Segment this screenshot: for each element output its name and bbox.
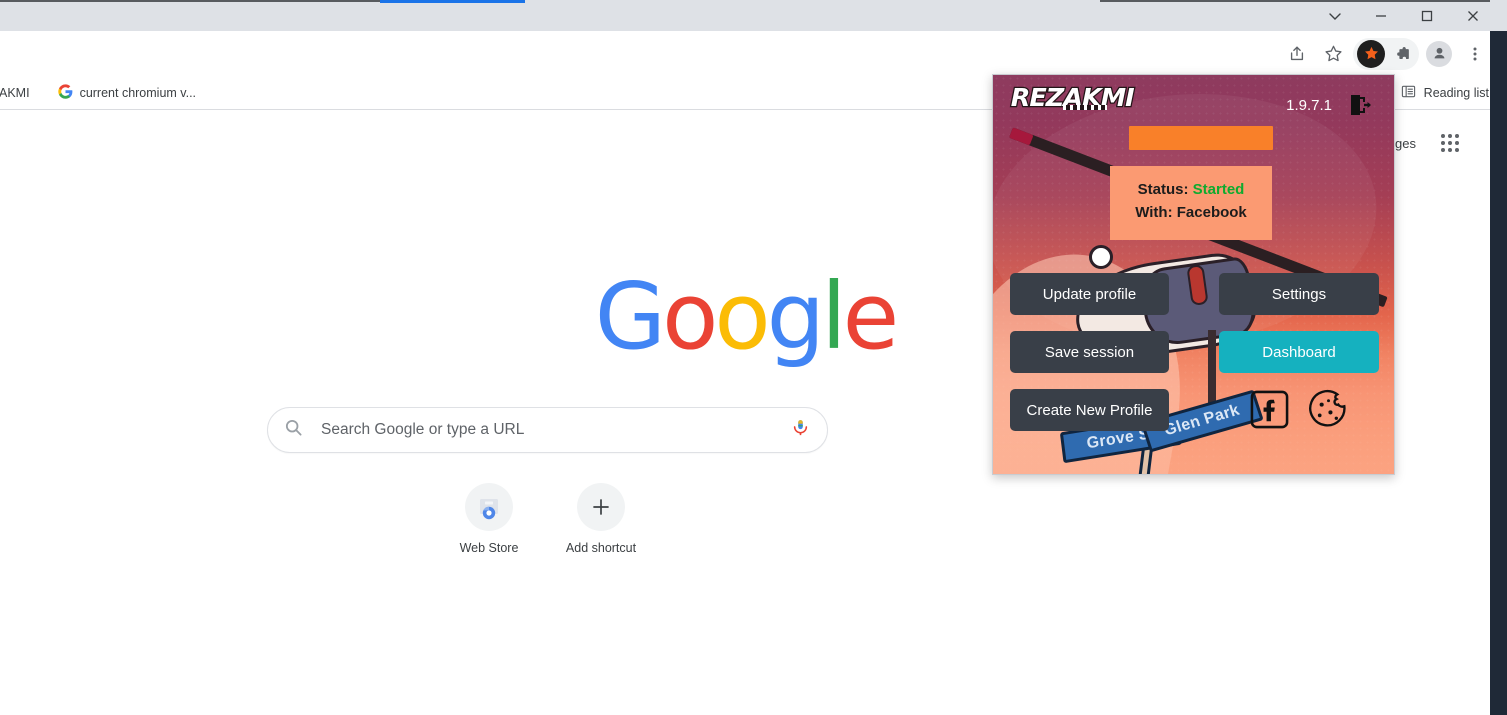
- active-tab-indicator: [380, 0, 525, 3]
- reading-list-icon: [1401, 84, 1416, 102]
- bookmark-item-akmi[interactable]: AKMI: [0, 80, 38, 106]
- share-icon[interactable]: [1279, 36, 1315, 72]
- profile-avatar-icon[interactable]: [1421, 36, 1457, 72]
- rezakmi-extension-icon[interactable]: [1357, 39, 1385, 68]
- bookmark-label: current chromium v...: [79, 85, 197, 100]
- bookmark-item-chromium[interactable]: current chromium v...: [50, 80, 204, 106]
- logo-letter-5: e: [842, 263, 900, 370]
- avatar: [1426, 40, 1452, 67]
- shortcuts-row: Web Store Add shortcut: [433, 477, 657, 555]
- tab-search-chevron-down-icon[interactable]: [1312, 0, 1358, 31]
- dashboard-button[interactable]: Dashboard: [1219, 331, 1379, 373]
- create-new-profile-button[interactable]: Create New Profile: [1010, 389, 1169, 431]
- maximize-button[interactable]: [1404, 0, 1450, 31]
- extensions-puzzle-icon[interactable]: [1387, 39, 1417, 69]
- shortcut-label: Web Store: [459, 541, 519, 555]
- search-input[interactable]: Search Google or type a URL: [267, 407, 828, 453]
- three-dot-menu-icon[interactable]: [1457, 36, 1493, 72]
- window-right-edge: [1490, 0, 1507, 715]
- rezakmi-extension-popup: Grove St Glen Park REZAKMI 1.9.7.1 Statu…: [992, 74, 1395, 475]
- rezakmi-logo-underline: [1063, 105, 1107, 110]
- toolbar-icon-group: [1279, 31, 1493, 76]
- bookmark-star-icon[interactable]: [1315, 36, 1351, 72]
- bookmark-label: AKMI: [0, 85, 30, 100]
- tabstrip-edge-left: [0, 0, 380, 2]
- browser-toolbar: [0, 31, 1507, 76]
- profile-name-bar[interactable]: [1129, 126, 1273, 150]
- logo-letter-4: l: [821, 263, 846, 370]
- status-value: Started: [1192, 181, 1245, 198]
- search-icon: [284, 418, 303, 442]
- with-value: Facebook: [1176, 204, 1247, 222]
- google-favicon-icon: [57, 83, 73, 102]
- plus-icon: [577, 483, 625, 531]
- save-session-button[interactable]: Save session: [1010, 331, 1169, 373]
- shortcut-label: Add shortcut: [565, 541, 637, 555]
- shortcut-web-store[interactable]: Web Store: [433, 477, 545, 555]
- logo-letter-3: g: [766, 263, 825, 370]
- settings-button[interactable]: Settings: [1219, 273, 1379, 315]
- reading-list-button[interactable]: Reading list: [1395, 80, 1495, 106]
- logout-icon[interactable]: [1346, 90, 1376, 120]
- extensions-pill: [1353, 37, 1419, 70]
- status-panel: Status: Started With: Facebook: [1110, 166, 1272, 240]
- update-profile-button[interactable]: Update profile: [1010, 273, 1169, 315]
- facebook-icon[interactable]: [1249, 389, 1290, 430]
- minimize-button[interactable]: [1358, 0, 1404, 31]
- logo-letter-1: o: [662, 263, 718, 370]
- search-placeholder: Search Google or type a URL: [321, 421, 525, 438]
- window-right-edge-top: [1490, 0, 1507, 31]
- with-line: With: Facebook: [1110, 201, 1272, 224]
- google-apps-grid-icon[interactable]: [1438, 131, 1462, 155]
- shortcut-add[interactable]: Add shortcut: [545, 477, 657, 555]
- reading-list-label: Reading list: [1423, 85, 1489, 100]
- with-label: With:: [1135, 204, 1173, 222]
- web-store-icon: [465, 483, 513, 531]
- version-label: 1.9.7.1: [1286, 97, 1332, 114]
- status-line: Status: Started: [1110, 178, 1272, 201]
- popup-content: REZAKMI 1.9.7.1 Status: Started With: Fa…: [993, 75, 1394, 474]
- cookie-icon[interactable]: [1307, 389, 1350, 430]
- browser-window: AKMI current chromium v... Reading list …: [0, 0, 1507, 715]
- microphone-icon[interactable]: [790, 417, 811, 443]
- logo-letter-0: G: [594, 263, 666, 370]
- status-label: Status:: [1137, 181, 1189, 198]
- tab-strip: [0, 0, 1507, 31]
- logo-letter-2: o: [714, 263, 770, 370]
